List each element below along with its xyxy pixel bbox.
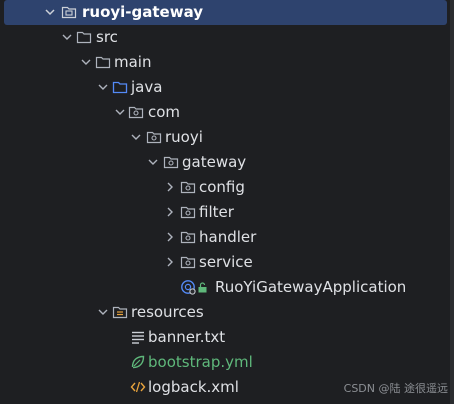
chevron-right-icon[interactable] <box>164 206 176 218</box>
tree-row-gateway[interactable]: gateway <box>0 150 446 175</box>
tree-label: filter <box>199 203 234 221</box>
text-file-icon <box>132 331 144 344</box>
tree-row-ruoyi-gateway[interactable]: ruoyi-gateway <box>4 0 447 25</box>
chevron-down-icon[interactable] <box>147 156 159 168</box>
tree-label: config <box>199 178 245 196</box>
tree-label: src <box>96 28 118 46</box>
chevron-down-icon[interactable] <box>80 56 92 68</box>
chevron-down-icon[interactable] <box>61 31 73 43</box>
chevron-right-icon[interactable] <box>164 256 176 268</box>
tree-label: com <box>148 103 181 121</box>
tree-label: java <box>131 78 163 96</box>
module-folder-icon <box>61 6 77 19</box>
tree-label: gateway <box>182 153 247 171</box>
tree-row-main[interactable]: main <box>0 50 446 75</box>
package-icon <box>180 256 196 269</box>
tree-row-resources[interactable]: resources <box>0 300 446 325</box>
tree-row-ruoyi-gateway-application[interactable]: RuoYiGatewayApplication <box>0 275 446 300</box>
folder-icon <box>95 56 111 69</box>
spring-config-icon <box>131 355 145 369</box>
tree-row-banner-txt[interactable]: banner.txt <box>0 325 446 350</box>
tree-row-ruoyi[interactable]: ruoyi <box>0 125 446 150</box>
tree-row-bootstrap-yml[interactable]: bootstrap.yml <box>0 350 446 375</box>
tree-row-config[interactable]: config <box>0 175 446 200</box>
tree-row-filter[interactable]: filter <box>0 200 446 225</box>
tree-label: main <box>114 53 152 71</box>
tree-label: ruoyi <box>165 128 203 146</box>
chevron-down-icon[interactable] <box>130 131 142 143</box>
tree-label: handler <box>199 228 257 246</box>
tree-label: resources <box>131 303 204 321</box>
source-folder-icon <box>112 81 128 94</box>
tree-label: bootstrap.yml <box>148 353 253 371</box>
chevron-down-icon[interactable] <box>97 81 109 93</box>
scrollbar-track[interactable] <box>450 0 454 404</box>
tree-row-handler[interactable]: handler <box>0 225 446 250</box>
package-icon <box>128 106 144 119</box>
xml-file-icon <box>130 381 146 393</box>
package-icon <box>180 231 196 244</box>
spring-boot-class-icon <box>181 280 196 295</box>
chevron-right-icon[interactable] <box>164 231 176 243</box>
package-icon <box>146 131 162 144</box>
tree-label: logback.xml <box>148 378 239 396</box>
tree-label: ruoyi-gateway <box>82 3 204 21</box>
chevron-down-icon[interactable] <box>44 6 56 18</box>
watermark-text: CSDN @陆 途很遥远 <box>343 382 448 395</box>
tree-row-com[interactable]: com <box>0 100 446 125</box>
tree-row-service[interactable]: service <box>0 250 446 275</box>
tree-row-src[interactable]: src <box>0 25 446 50</box>
package-icon <box>180 206 196 219</box>
tree-label: RuoYiGatewayApplication <box>215 278 407 296</box>
project-tree-panel: ruoyi-gateway src main java com ruoyi ga… <box>0 0 454 404</box>
chevron-right-icon[interactable] <box>164 181 176 193</box>
tree-label: banner.txt <box>148 328 226 346</box>
tree-label: service <box>199 253 253 271</box>
chevron-down-icon[interactable] <box>114 106 126 118</box>
tree-row-java[interactable]: java <box>0 75 446 100</box>
resources-folder-icon <box>112 306 128 319</box>
unlocked-icon <box>198 282 207 293</box>
package-icon <box>163 156 179 169</box>
folder-icon <box>76 31 92 44</box>
package-icon <box>180 181 196 194</box>
chevron-down-icon[interactable] <box>97 306 109 318</box>
